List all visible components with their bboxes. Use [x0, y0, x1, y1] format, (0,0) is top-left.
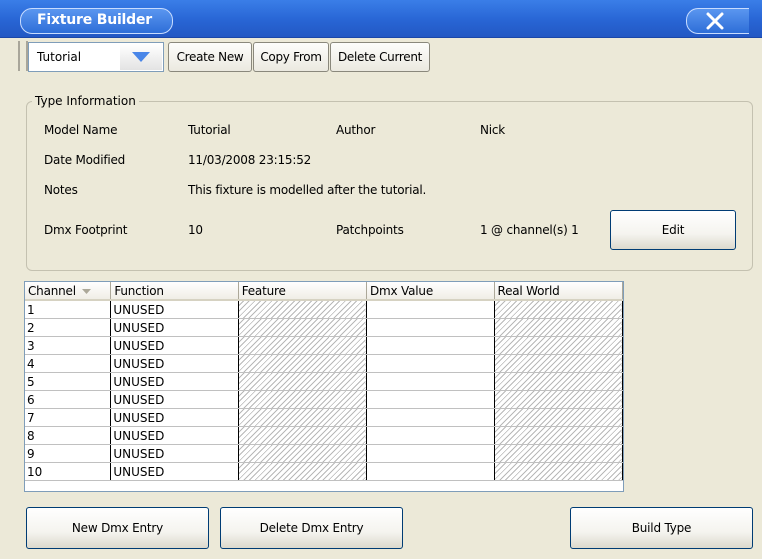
feature-cell[interactable] — [238, 390, 368, 409]
function-cell[interactable]: UNUSED — [110, 444, 239, 463]
channel-cell[interactable]: 2 — [25, 318, 112, 337]
patchpoints-value: 1 @ channel(s) 1 — [480, 223, 579, 237]
patchpoints-label: Patchpoints — [336, 223, 404, 237]
column-header-channel[interactable]: Channel — [25, 282, 112, 301]
feature-cell[interactable] — [238, 318, 368, 337]
edit-button[interactable]: Edit — [610, 210, 736, 250]
function-cell[interactable]: UNUSED — [110, 408, 239, 427]
real-world-cell[interactable] — [494, 372, 623, 391]
channel-cell[interactable]: 3 — [25, 336, 112, 355]
channel-cell[interactable]: 7 — [25, 408, 112, 427]
column-header-real-world[interactable]: Real World — [494, 282, 623, 301]
dmx-value-cell[interactable] — [366, 462, 495, 481]
function-cell[interactable]: UNUSED — [110, 390, 239, 409]
date-modified-value: 11/03/2008 23:15:52 — [188, 153, 312, 167]
fixture-select[interactable]: Tutorial — [28, 42, 164, 72]
dmx-value-cell[interactable] — [366, 426, 495, 445]
table-row[interactable]: 7 UNUSED — [25, 408, 623, 427]
dmx-value-cell[interactable] — [366, 408, 495, 427]
feature-cell[interactable] — [238, 336, 368, 355]
date-modified-label: Date Modified — [44, 153, 126, 167]
table-row[interactable]: 2 UNUSED — [25, 318, 623, 337]
table-row[interactable]: 5 UNUSED — [25, 372, 623, 391]
close-icon — [706, 12, 724, 30]
channel-cell[interactable]: 5 — [25, 372, 112, 391]
sort-down-icon — [81, 288, 91, 294]
real-world-cell[interactable] — [494, 336, 623, 355]
function-cell[interactable]: UNUSED — [110, 426, 239, 445]
function-cell[interactable]: UNUSED — [110, 462, 239, 481]
title-bar: Fixture Builder — [0, 0, 762, 38]
function-cell[interactable]: UNUSED — [110, 336, 239, 355]
function-cell[interactable]: UNUSED — [110, 354, 239, 373]
function-cell[interactable]: UNUSED — [110, 318, 239, 337]
table-row[interactable]: 3 UNUSED — [25, 336, 623, 355]
new-dmx-entry-button[interactable]: New Dmx Entry — [26, 507, 209, 549]
channel-cell[interactable]: 8 — [25, 426, 112, 445]
feature-cell[interactable] — [238, 300, 368, 319]
table-row[interactable]: 8 UNUSED — [25, 426, 623, 445]
column-header-feature[interactable]: Feature — [238, 282, 368, 301]
column-header-function[interactable]: Function — [110, 282, 239, 301]
table-row[interactable]: 10 UNUSED — [25, 462, 623, 481]
author-label: Author — [336, 123, 376, 137]
notes-label: Notes — [44, 183, 78, 197]
author-value: Nick — [480, 123, 506, 137]
model-name-value: Tutorial — [188, 123, 231, 137]
real-world-cell[interactable] — [494, 444, 623, 463]
create-new-button[interactable]: Create New — [168, 42, 252, 72]
window-title: Fixture Builder — [20, 8, 173, 34]
function-cell[interactable]: UNUSED — [110, 300, 239, 319]
delete-dmx-entry-button[interactable]: Delete Dmx Entry — [220, 507, 403, 549]
real-world-cell[interactable] — [494, 462, 623, 481]
fixture-select-value: Tutorial — [37, 50, 82, 64]
table-row[interactable]: 9 UNUSED — [25, 444, 623, 463]
dmx-value-cell[interactable] — [366, 372, 495, 391]
feature-cell[interactable] — [238, 444, 368, 463]
real-world-cell[interactable] — [494, 300, 623, 319]
notes-value: This fixture is modelled after the tutor… — [188, 183, 427, 197]
copy-from-button[interactable]: Copy From — [253, 42, 329, 72]
table-row[interactable]: 1 UNUSED — [25, 300, 623, 319]
build-type-button[interactable]: Build Type — [570, 507, 753, 549]
fixture-select-dropdown-button[interactable] — [120, 44, 162, 70]
dmx-value-cell[interactable] — [366, 354, 495, 373]
dmx-value-cell[interactable] — [366, 336, 495, 355]
channel-cell[interactable]: 10 — [25, 462, 112, 481]
type-information-legend: Type Information — [32, 94, 139, 108]
channel-cell[interactable]: 1 — [25, 300, 112, 319]
channel-cell[interactable]: 9 — [25, 444, 112, 463]
dmx-footprint-label: Dmx Footprint — [44, 223, 128, 237]
table-row[interactable]: 6 UNUSED — [25, 390, 623, 409]
close-button[interactable] — [686, 8, 749, 34]
real-world-cell[interactable] — [494, 408, 623, 427]
feature-cell[interactable] — [238, 354, 368, 373]
channel-cell[interactable]: 6 — [25, 390, 112, 409]
real-world-cell[interactable] — [494, 354, 623, 373]
real-world-cell[interactable] — [494, 390, 623, 409]
function-cell[interactable]: UNUSED — [110, 372, 239, 391]
chevron-down-icon — [132, 52, 150, 62]
feature-cell[interactable] — [238, 462, 368, 481]
model-name-label: Model Name — [44, 123, 118, 137]
delete-current-button[interactable]: Delete Current — [330, 42, 430, 72]
real-world-cell[interactable] — [494, 318, 623, 337]
feature-cell[interactable] — [238, 372, 368, 391]
dmx-value-cell[interactable] — [366, 300, 495, 319]
feature-cell[interactable] — [238, 408, 368, 427]
toolbar-grip[interactable] — [18, 41, 28, 71]
dmx-value-cell[interactable] — [366, 444, 495, 463]
channel-grid[interactable]: Channel Function Feature Dmx Value Real … — [24, 281, 624, 492]
dmx-footprint-value: 10 — [188, 223, 203, 237]
table-row[interactable]: 4 UNUSED — [25, 354, 623, 373]
dmx-value-cell[interactable] — [366, 318, 495, 337]
feature-cell[interactable] — [238, 426, 368, 445]
channel-cell[interactable]: 4 — [25, 354, 112, 373]
column-header-dmx-value[interactable]: Dmx Value — [366, 282, 495, 301]
real-world-cell[interactable] — [494, 426, 623, 445]
dmx-value-cell[interactable] — [366, 390, 495, 409]
